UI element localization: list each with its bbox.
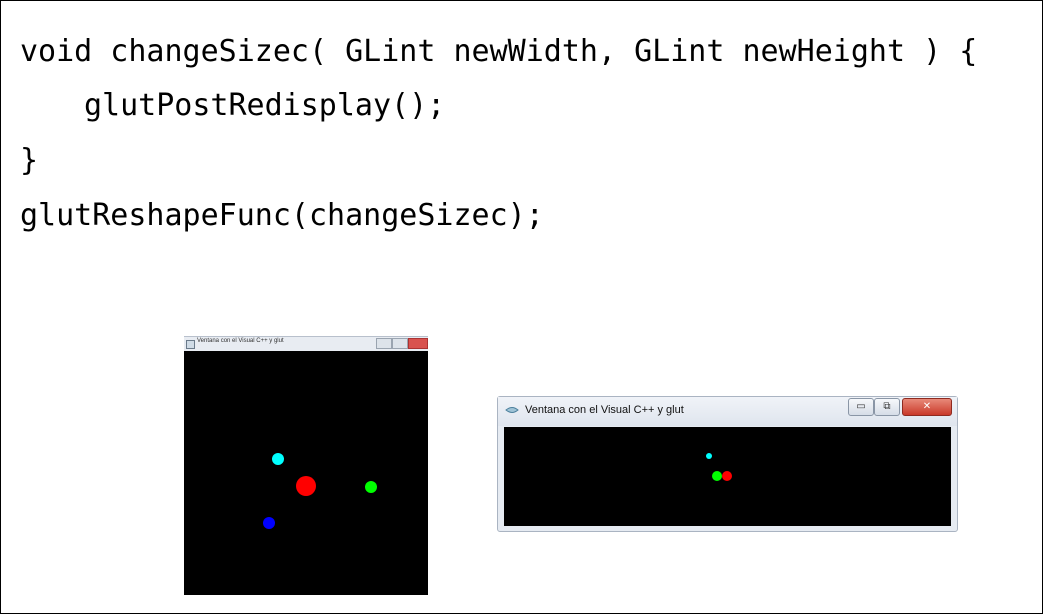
blue-dot (263, 517, 275, 529)
app-icon (186, 340, 195, 349)
maximize-button[interactable]: ⧉ (874, 398, 900, 416)
code-line-2: glutPostRedisplay(); (84, 88, 446, 123)
cyan-dot (706, 453, 712, 459)
glut-window-square: Ventana con el Visual C++ y glut (184, 336, 428, 595)
cyan-dot (272, 453, 284, 465)
red-dot (296, 476, 316, 496)
window-titlebar[interactable]: Ventana con el Visual C++ y glut ▭ ⧉ ✕ (498, 397, 957, 426)
red-dot (722, 471, 732, 481)
code-line-4: glutReshapeFunc(changeSizec); (20, 198, 544, 233)
code-line-1: void changeSizec( GLint newWidth, GLint … (20, 34, 978, 69)
minimize-button[interactable]: ▭ (848, 398, 874, 416)
window-title: Ventana con el Visual C++ y glut (197, 338, 284, 344)
close-button[interactable] (408, 338, 428, 349)
window-titlebar[interactable]: Ventana con el Visual C++ y glut (184, 337, 428, 351)
glut-window-icon (505, 407, 519, 413)
code-line-3: } (20, 143, 39, 178)
green-dot (712, 471, 722, 481)
window-title: Ventana con el Visual C++ y glut (525, 404, 684, 416)
glut-window-wide: Ventana con el Visual C++ y glut ▭ ⧉ ✕ (497, 396, 958, 532)
maximize-button[interactable] (392, 338, 408, 349)
render-canvas (184, 351, 428, 595)
green-dot (365, 481, 377, 493)
close-button[interactable]: ✕ (902, 398, 952, 416)
minimize-button[interactable] (376, 338, 392, 349)
render-canvas (504, 427, 951, 526)
